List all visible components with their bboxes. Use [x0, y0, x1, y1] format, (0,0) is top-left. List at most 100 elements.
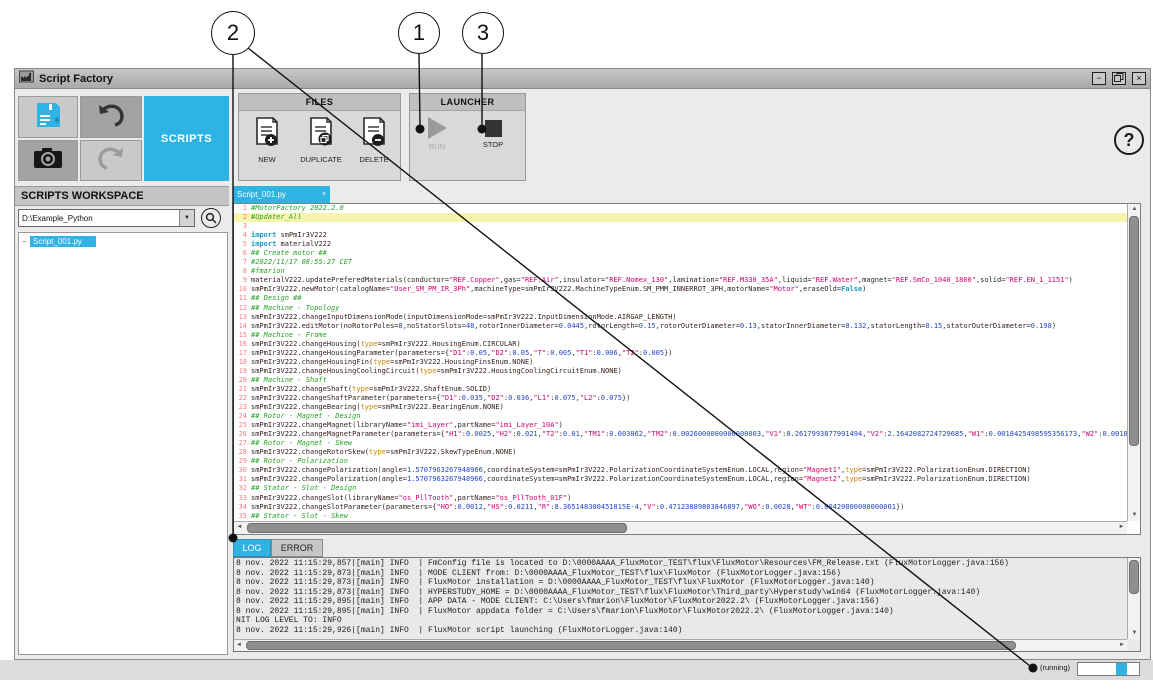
code-line[interactable]: 24## Rotor - Magnet - Design — [234, 412, 1128, 421]
code-line[interactable]: 27## Rotor - Magnet - Skew — [234, 439, 1128, 448]
files-panel-title: FILES — [239, 94, 400, 111]
code-line[interactable]: 23smPmIr3V222.changeBearing(type=smPmIr3… — [234, 403, 1128, 412]
code-line[interactable]: 34smPmIr3V222.changeSlotParameter(parame… — [234, 503, 1128, 512]
editor-tab[interactable]: Script_001.py × — [233, 186, 330, 203]
close-button[interactable]: × — [1132, 72, 1146, 85]
code-line[interactable]: 15## Machine - Frame — [234, 331, 1128, 340]
code-line[interactable]: 3 — [234, 222, 1128, 231]
scroll-left-icon[interactable]: ◄ — [234, 522, 245, 533]
window-controls: − × — [1092, 72, 1146, 85]
code-line[interactable]: 16smPmIr3V222.changeHousing(type=smPmIr3… — [234, 340, 1128, 349]
code-editor[interactable]: 1#MotorFactory 2022.2.02#Updater_All34im… — [233, 203, 1141, 535]
log-vscroll-thumb[interactable] — [1129, 560, 1139, 594]
redo-icon — [96, 145, 126, 176]
code-line[interactable]: 32## Stator - Slot - Design — [234, 484, 1128, 493]
log-line: 8 nov. 2022 11:15:29,857|[main] INFO | F… — [236, 559, 1126, 569]
redo-button[interactable] — [80, 140, 142, 181]
new-script-icon — [254, 117, 280, 152]
tab-log[interactable]: LOG — [233, 539, 271, 557]
editor-vertical-scrollbar[interactable]: ▲ ▼ — [1127, 204, 1140, 521]
stop-icon — [485, 120, 502, 137]
scroll-down-icon[interactable]: ▼ — [1128, 628, 1141, 639]
code-line[interactable]: 13smPmIr3V222.changeInputDimensionMode(i… — [234, 313, 1128, 322]
scroll-right-icon[interactable]: ► — [1117, 640, 1127, 651]
workspace-path-select[interactable]: D:\Example_Python ▼ — [18, 209, 195, 227]
log-line: 8 nov. 2022 11:15:29,895|[main] INFO | F… — [236, 607, 1126, 617]
undo-icon — [96, 102, 126, 133]
log-horizontal-scrollbar[interactable]: ◄ ► — [234, 639, 1127, 651]
tab-close-icon[interactable]: × — [322, 191, 326, 198]
code-line[interactable]: 26smPmIr3V222.changeMagnetParameter(para… — [234, 430, 1128, 439]
chevron-down-icon[interactable]: ▼ — [179, 210, 194, 226]
camera-icon — [33, 146, 63, 175]
log-vertical-scrollbar[interactable]: ▼ — [1127, 558, 1140, 639]
scroll-up-icon[interactable]: ▲ — [1128, 204, 1141, 215]
scroll-down-icon[interactable]: ▼ — [1128, 510, 1141, 521]
code-line[interactable]: 25smPmIr3V222.changeMagnet(libraryName="… — [234, 421, 1128, 430]
duplicate-script-icon — [308, 117, 334, 152]
code-line[interactable]: 7#2022/11/17 08:55:27 CET — [234, 258, 1128, 267]
workspace-title: SCRIPTS WORKSPACE — [15, 186, 229, 206]
launcher-panel-title: LAUNCHER — [410, 94, 525, 111]
code-line[interactable]: 20## Machine - Shaft — [234, 376, 1128, 385]
tab-error[interactable]: ERROR — [271, 539, 323, 557]
code-line[interactable]: 21smPmIr3V222.changeShaft(type=smPmIr3V2… — [234, 385, 1128, 394]
editor-vscroll-thumb[interactable] — [1129, 216, 1139, 446]
save-icon: * — [33, 100, 63, 135]
minimize-button[interactable]: − — [1092, 72, 1106, 85]
help-button[interactable]: ? — [1114, 125, 1144, 155]
code-line[interactable]: 1#MotorFactory 2022.2.0 — [234, 204, 1128, 213]
new-script-label: NEW — [258, 155, 276, 164]
new-script-button[interactable]: NEW — [241, 117, 293, 164]
code-line[interactable]: 2#Updater_All — [234, 213, 1128, 222]
title-bar[interactable]: Script Factory − × — [15, 69, 1150, 89]
restore-icon — [1114, 73, 1124, 82]
code-line[interactable]: 9materialV222.updatePreferedMaterials(co… — [234, 276, 1128, 285]
undo-button[interactable] — [80, 96, 142, 138]
log-line: 8 nov. 2022 11:15:29,926|[main] INFO | F… — [236, 626, 1126, 636]
tree-item-script[interactable]: − Script_001.py — [22, 236, 227, 247]
code-line[interactable]: 11## Design ## — [234, 294, 1128, 303]
delete-script-button[interactable]: DELETE — [348, 117, 400, 164]
run-icon — [428, 117, 447, 139]
editor-horizontal-scrollbar[interactable]: ◄ ► — [234, 521, 1127, 534]
code-line[interactable]: 14smPmIr3V222.editMotor(noRotorPoles=8,n… — [234, 322, 1128, 331]
code-line[interactable]: 8#fmarion — [234, 267, 1128, 276]
app-window: Script Factory − × * — [14, 68, 1151, 660]
log-line: 8 nov. 2022 11:15:29,873|[main] INFO | H… — [236, 588, 1126, 598]
duplicate-script-button[interactable]: DUPLICATE — [295, 117, 347, 164]
code-line[interactable]: 4import smPmIr3V222 — [234, 231, 1128, 240]
workspace-path-value: D:\Example_Python — [22, 214, 93, 223]
code-line[interactable]: 31smPmIr3V222.changePolarization(angle=1… — [234, 475, 1128, 484]
restore-button[interactable] — [1112, 72, 1126, 85]
code-line[interactable]: 35## Stator - Slot - Skew — [234, 512, 1128, 521]
scripts-button[interactable]: SCRIPTS — [144, 96, 229, 181]
save-button[interactable]: * — [18, 96, 78, 138]
code-line[interactable]: 10smPmIr3V222.newMotor(catalogName="User… — [234, 285, 1128, 294]
code-line[interactable]: 22smPmIr3V222.changeShaftParameter(param… — [234, 394, 1128, 403]
code-line[interactable]: 29## Rotor - Polarization — [234, 457, 1128, 466]
log-line: 8 nov. 2022 11:15:29,873|[main] INFO | F… — [236, 578, 1126, 588]
code-line[interactable]: 18smPmIr3V222.changeHousingFin(type=smPm… — [234, 358, 1128, 367]
stop-button[interactable]: STOP — [468, 117, 518, 149]
code-line[interactable]: 17smPmIr3V222.changeHousingParameter(par… — [234, 349, 1128, 358]
editor-hscroll-thumb[interactable] — [247, 523, 627, 533]
code-line[interactable]: 28smPmIr3V222.changeRotorSkew(type=smPmI… — [234, 448, 1128, 457]
log-hscroll-thumb[interactable] — [246, 641, 1016, 650]
log-line: NIT LOG LEVEL TO: INFO — [236, 616, 1126, 626]
code-line[interactable]: 30smPmIr3V222.changePolarization(angle=1… — [234, 466, 1128, 475]
code-line[interactable]: 12## Machine - Topology — [234, 304, 1128, 313]
tree-item-label[interactable]: Script_001.py — [30, 236, 96, 247]
code-lines[interactable]: 1#MotorFactory 2022.2.02#Updater_All34im… — [234, 204, 1128, 521]
tree-expander[interactable]: − — [22, 237, 30, 246]
run-label: RUN — [429, 142, 445, 151]
run-button[interactable]: RUN — [412, 117, 462, 151]
browse-workspace-button[interactable] — [201, 208, 221, 228]
code-line[interactable]: 6## Create motor ## — [234, 249, 1128, 258]
scroll-right-icon[interactable]: ► — [1116, 522, 1127, 533]
scroll-left-icon[interactable]: ◄ — [234, 640, 244, 651]
screenshot-button[interactable] — [18, 140, 78, 181]
code-line[interactable]: 19smPmIr3V222.changeHousingCoolingCircui… — [234, 367, 1128, 376]
code-line[interactable]: 33smPmIr3V222.changeSlot(libraryName="os… — [234, 494, 1128, 503]
code-line[interactable]: 5import materialV222 — [234, 240, 1128, 249]
